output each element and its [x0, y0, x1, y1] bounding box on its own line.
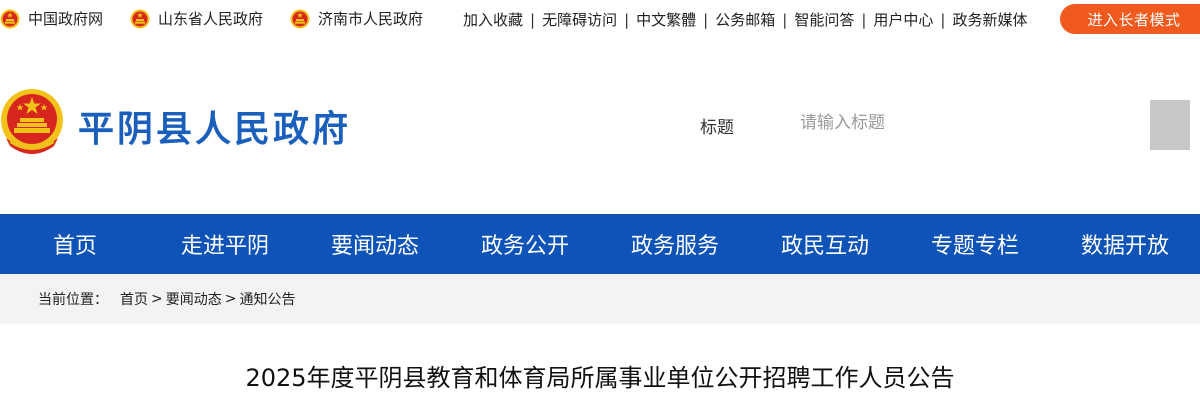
link-label: 山东省人民政府	[158, 10, 264, 28]
divider: |	[624, 10, 630, 29]
nav-home[interactable]: 首页	[0, 214, 150, 274]
national-emblem-icon	[290, 9, 310, 28]
nav-gov-services[interactable]: 政务服务	[600, 214, 750, 274]
traditional-chinese-link[interactable]: 中文繁體	[636, 9, 696, 30]
breadcrumb-bar: 当前位置： 首页 > 要闻动态 > 通知公告	[0, 274, 1200, 324]
site-title[interactable]: 平阴县人民政府	[78, 100, 351, 152]
search-label: 标题	[700, 118, 734, 138]
divider: |	[782, 10, 788, 29]
breadcrumb-prefix: 当前位置：	[38, 292, 108, 308]
site-logo[interactable]	[0, 88, 64, 156]
link-jinan-gov[interactable]: 济南市人民政府	[290, 8, 423, 29]
national-emblem-icon	[0, 9, 20, 28]
nav-interaction[interactable]: 政民互动	[750, 214, 900, 274]
add-favorite-link[interactable]: 加入收藏	[463, 9, 523, 30]
national-emblem-icon	[1, 89, 63, 154]
article-title: 2025年度平阴县教育和体育局所属事业单位公开招聘工作人员公告	[245, 364, 955, 392]
breadcrumb-news[interactable]: 要闻动态	[166, 289, 222, 309]
link-shandong-gov[interactable]: 山东省人民政府	[130, 8, 263, 29]
official-mail-link[interactable]: 公务邮箱	[715, 9, 775, 30]
breadcrumb: 当前位置： 首页 > 要闻动态 > 通知公告	[38, 289, 295, 309]
search-input[interactable]	[790, 106, 1130, 140]
link-label: 济南市人民政府	[318, 10, 424, 28]
nav-news[interactable]: 要闻动态	[300, 214, 450, 274]
nav-gov-affairs-open[interactable]: 政务公开	[450, 214, 600, 274]
search-button[interactable]	[1150, 100, 1190, 150]
national-emblem-icon	[130, 9, 150, 28]
divider: |	[703, 10, 709, 29]
accessibility-link[interactable]: 无障碍访问	[542, 9, 617, 30]
elder-mode-button[interactable]: 进入长者模式	[1060, 4, 1200, 34]
new-media-link[interactable]: 政务新媒体	[952, 9, 1027, 30]
nav-open-data[interactable]: 数据开放	[1050, 214, 1200, 274]
link-label: 中国政府网	[28, 10, 104, 28]
breadcrumb-separator: >	[151, 291, 163, 307]
link-gov-cn[interactable]: 中国政府网	[0, 8, 103, 29]
divider: |	[861, 10, 867, 29]
smart-qa-link[interactable]: 智能问答	[794, 9, 854, 30]
nav-special-topics[interactable]: 专题专栏	[900, 214, 1050, 274]
divider: |	[530, 10, 536, 29]
main-nav: 首页 走进平阴 要闻动态 政务公开 政务服务 政民互动 专题专栏 数据开放	[0, 214, 1200, 274]
divider: |	[940, 10, 946, 29]
user-center-link[interactable]: 用户中心	[873, 9, 933, 30]
top-bar: 中国政府网 山东省人民政府 济南市人民政府 加入收藏 | 无障碍访问 | 中文繁…	[0, 0, 1200, 36]
breadcrumb-home[interactable]: 首页	[120, 289, 148, 309]
breadcrumb-separator: >	[224, 291, 237, 307]
nav-about-pingyin[interactable]: 走进平阴	[150, 214, 300, 274]
breadcrumb-notices[interactable]: 通知公告	[239, 289, 295, 309]
utility-links: 加入收藏 | 无障碍访问 | 中文繁體 | 公务邮箱 | 智能问答 | 用户中心…	[463, 9, 1027, 30]
